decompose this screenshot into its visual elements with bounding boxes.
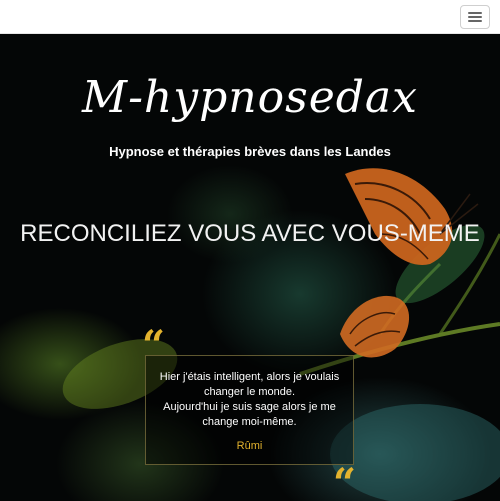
hamburger-icon [468,12,482,14]
quote-box: Hier j'étais intelligent, alors je voula… [145,355,354,465]
hero-headline: RECONCILIEZ VOUS AVEC VOUS-MEME [20,220,480,247]
quote-author: Rûmi [236,440,263,452]
hamburger-icon-bar [468,20,482,22]
quote-line: changer le monde. [203,386,296,398]
menu-toggle-button[interactable] [460,5,490,29]
hero-section: M-hypnosedax Hypnose et thérapies brèves… [0,34,500,501]
quote-line: Aujourd'hui je suis sage alors je me [163,401,336,413]
butterfly-icon-2 [340,295,410,358]
site-tagline: Hypnose et thérapies brèves dans les Lan… [109,144,391,159]
quote-close-icon: “ [333,460,357,501]
brand-logo-text[interactable]: M-hypnosedax [0,72,500,123]
quote-line: change moi-même. [202,416,297,428]
hamburger-icon-bar [468,16,482,18]
quote-line: Hier j'étais intelligent, alors je voula… [159,371,340,383]
top-navbar [0,0,500,34]
